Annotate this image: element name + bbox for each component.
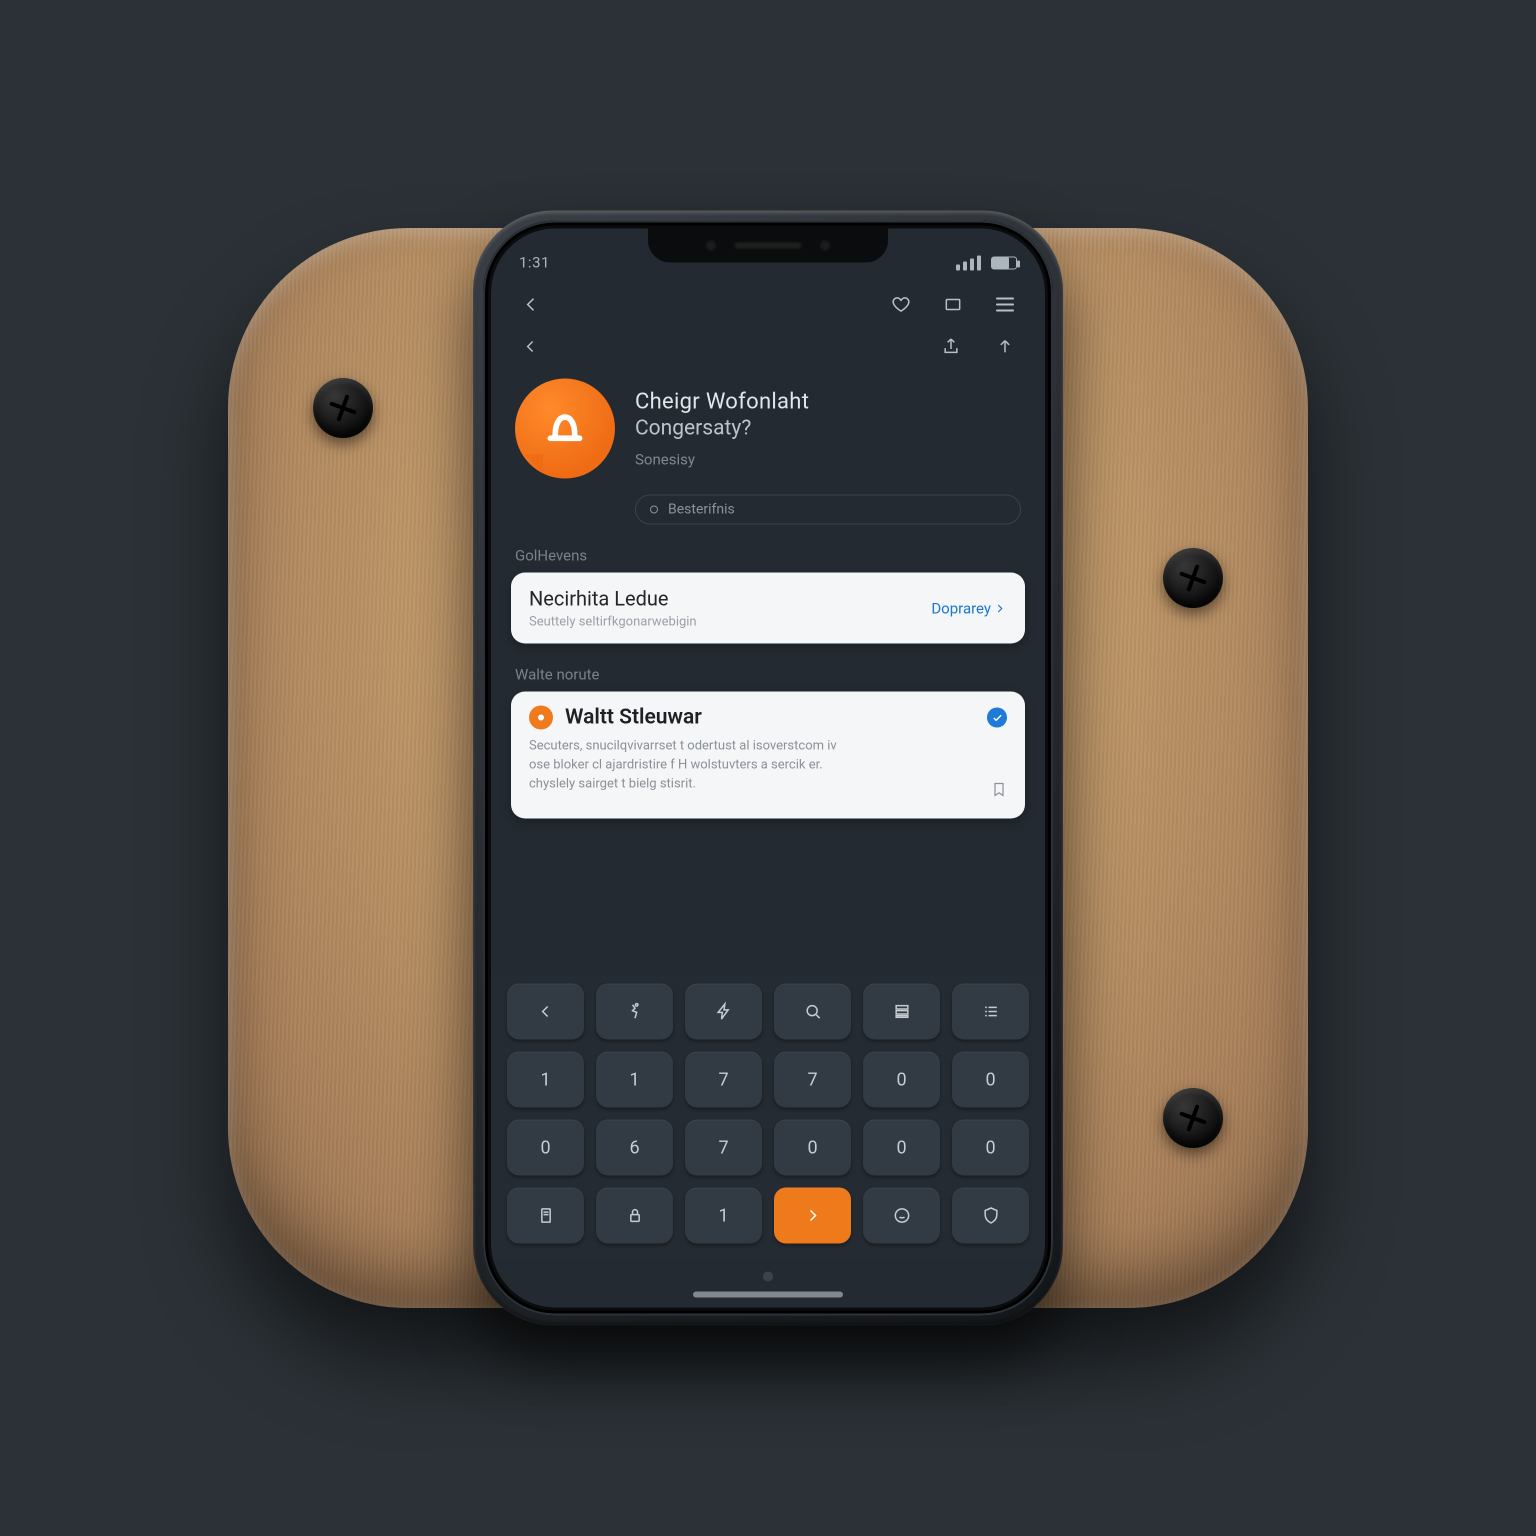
author-badge-icon (529, 706, 553, 730)
key-bolt-icon[interactable] (685, 984, 762, 1040)
wood-plaque: 1:31 (228, 228, 1308, 1308)
notch (648, 229, 888, 263)
screw-icon (313, 378, 373, 438)
key[interactable]: 0 (863, 1120, 940, 1176)
section-label: GolHevens (491, 525, 1045, 573)
key-doc-icon[interactable] (507, 1188, 584, 1244)
key-search-icon[interactable] (774, 984, 851, 1040)
card-title: Necirhita Ledue (529, 587, 697, 611)
key[interactable]: 0 (952, 1120, 1029, 1176)
keyboard: 1 1 7 7 0 0 0 6 7 0 0 0 1 (491, 974, 1045, 1262)
share-icon[interactable] (935, 331, 967, 363)
phone-frame: 1:31 (473, 211, 1063, 1326)
signal-icon (956, 255, 981, 270)
post-body: Secuters, snucilqvivarrset t odertust al… (529, 739, 837, 754)
card-subtitle: Seuttely seltirfkgonarwebigin (529, 615, 697, 630)
post-title: Waltt Stleuwar (565, 706, 702, 730)
card-action-link[interactable]: Doprarey (931, 599, 1007, 617)
key[interactable]: 0 (863, 1052, 940, 1108)
avatar[interactable] (515, 379, 615, 479)
dot-icon (650, 506, 658, 514)
section-label: Walte norute (491, 644, 1045, 692)
key-list-icon[interactable] (952, 984, 1029, 1040)
key[interactable]: 0 (774, 1120, 851, 1176)
key[interactable]: 1 (685, 1188, 762, 1244)
back-icon[interactable] (515, 289, 547, 321)
chip-label: Besterifnis (668, 502, 735, 518)
profile-meta: Sonesisy (635, 450, 1021, 468)
key-run-icon[interactable] (596, 984, 673, 1040)
battery-icon (991, 256, 1017, 269)
post-card[interactable]: Waltt Stleuwar Secuters, snucilqvivarrse… (511, 692, 1025, 819)
home-indicator[interactable] (491, 1262, 1045, 1308)
up-arrow-icon[interactable] (989, 331, 1021, 363)
key[interactable]: 0 (952, 1052, 1029, 1108)
key[interactable]: 6 (596, 1120, 673, 1176)
notice-card[interactable]: Necirhita Ledue Seuttely seltirfkgonarwe… (511, 573, 1025, 644)
key-smile-icon[interactable] (863, 1188, 940, 1244)
profile-subtitle: Congersaty? (635, 416, 1021, 440)
key[interactable]: 0 (507, 1120, 584, 1176)
key-back-icon[interactable] (507, 984, 584, 1040)
profile-title: Cheigr Wofonlaht (635, 389, 1021, 414)
key-next-icon[interactable] (774, 1188, 851, 1244)
verified-icon (987, 708, 1007, 728)
screw-icon (1163, 548, 1223, 608)
status-time: 1:31 (519, 254, 550, 272)
key[interactable]: 7 (685, 1052, 762, 1108)
tag-chip[interactable]: Besterifnis (635, 495, 1021, 525)
bell-icon (539, 403, 591, 455)
screen: 1:31 (491, 229, 1045, 1308)
key[interactable]: 1 (507, 1052, 584, 1108)
key[interactable]: 7 (685, 1120, 762, 1176)
bookmark-icon[interactable] (991, 781, 1007, 804)
key-lock-icon[interactable] (596, 1188, 673, 1244)
chevron-right-icon (993, 601, 1007, 615)
key-stack-icon[interactable] (863, 984, 940, 1040)
card-icon[interactable] (937, 289, 969, 321)
key-shield-icon[interactable] (952, 1188, 1029, 1244)
heart-icon[interactable] (885, 289, 917, 321)
key[interactable]: 7 (774, 1052, 851, 1108)
menu-icon[interactable] (989, 289, 1021, 321)
key[interactable]: 1 (596, 1052, 673, 1108)
screw-icon (1163, 1088, 1223, 1148)
chevron-left-icon[interactable] (515, 331, 547, 363)
